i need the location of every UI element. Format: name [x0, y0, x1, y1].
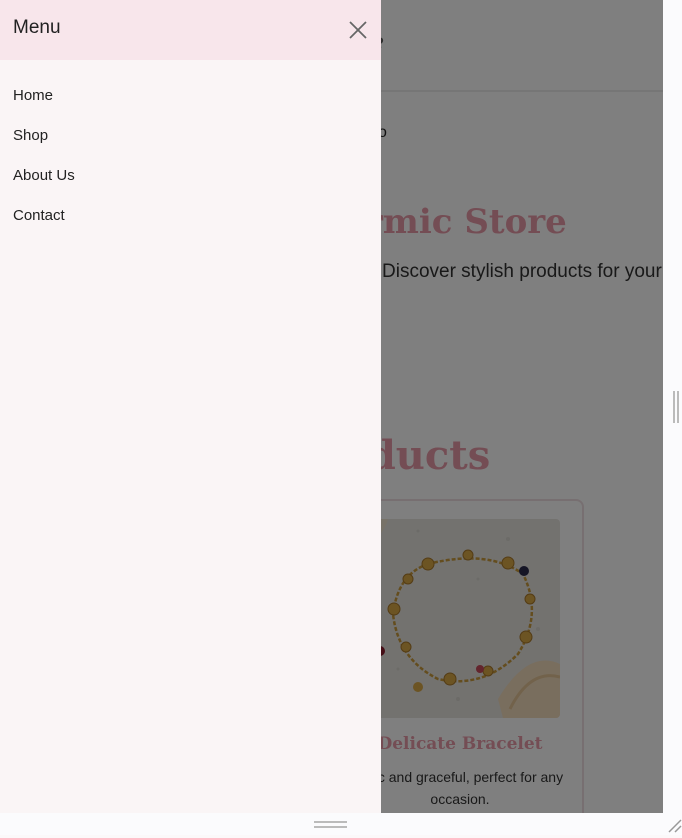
drawer-header: Menu: [0, 0, 381, 60]
horizontal-resize-handle[interactable]: [314, 821, 347, 828]
resize-grip-icon[interactable]: [666, 817, 682, 833]
menu-item-shop[interactable]: Shop: [13, 127, 48, 144]
menu-item-about-us[interactable]: About Us: [13, 167, 75, 184]
menu-item-contact[interactable]: Contact: [13, 207, 65, 224]
menu-item-home[interactable]: Home: [13, 87, 53, 104]
side-menu-drawer: Menu Home Shop About Us Contact: [0, 0, 381, 813]
browser-viewport: e o Charmic Store Discover stylish produ…: [0, 0, 663, 813]
vertical-resize-handle[interactable]: [673, 391, 679, 423]
close-icon[interactable]: [345, 17, 371, 43]
drawer-title: Menu: [13, 17, 61, 38]
